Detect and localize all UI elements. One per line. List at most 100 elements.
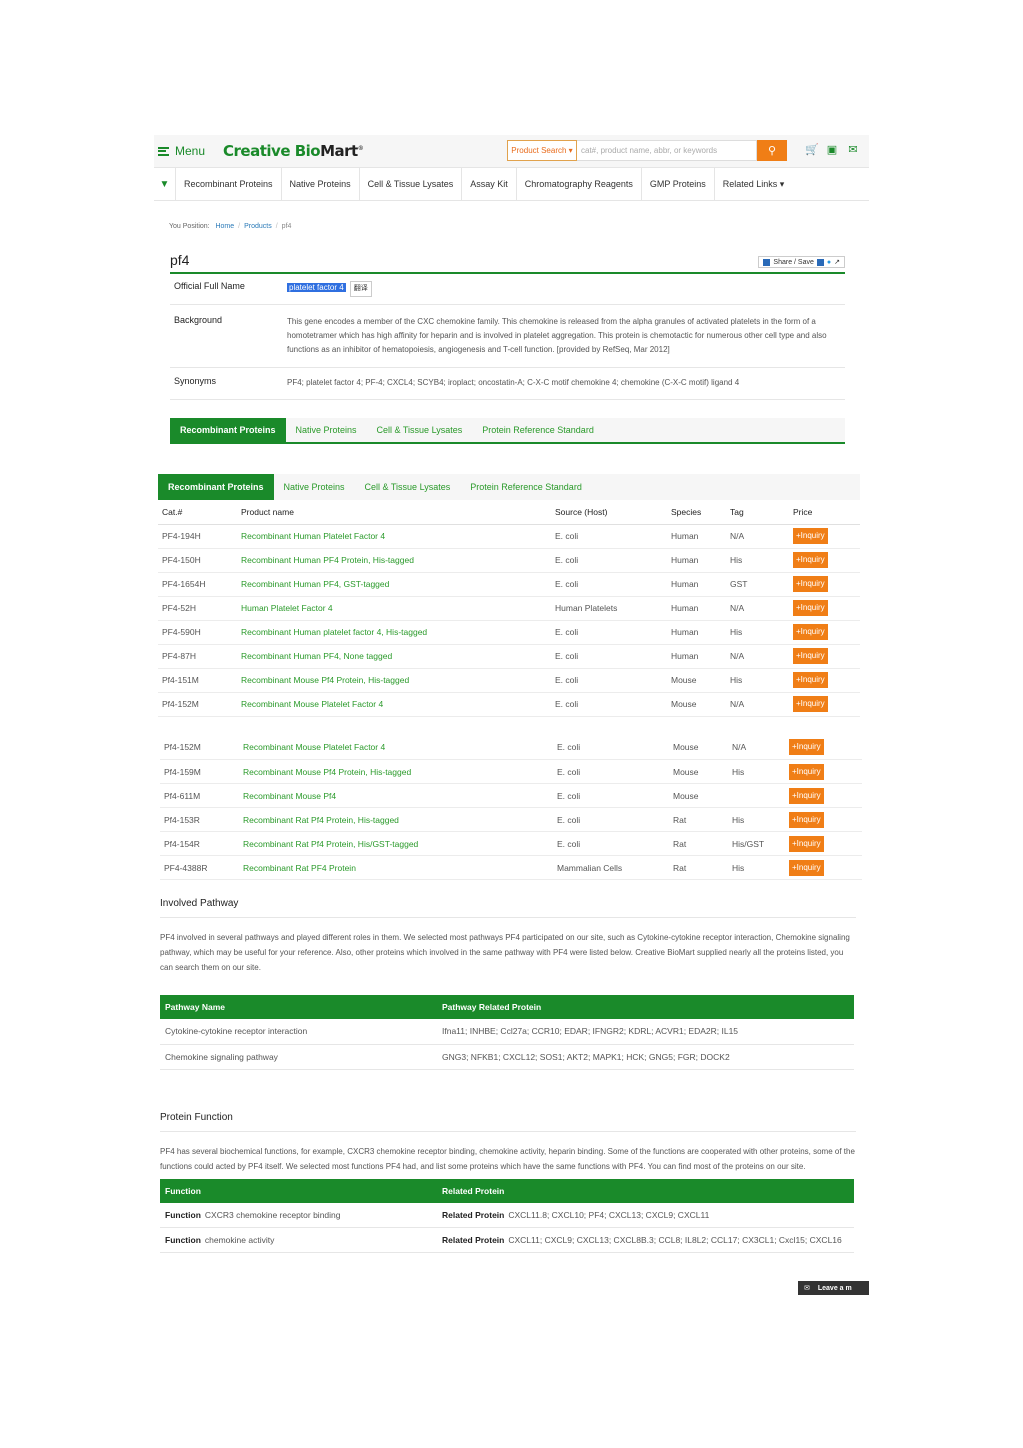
col-tag[interactable]: Tag — [726, 500, 789, 525]
product-name[interactable]: Recombinant Mouse Platelet Factor 4 — [239, 735, 553, 760]
tab-recombinant-proteins[interactable]: Recombinant Proteins — [170, 418, 286, 442]
product-name[interactable]: Recombinant Human platelet factor 4, His… — [237, 620, 551, 645]
cat-number: Pf4-151M — [158, 668, 237, 693]
function-heading: Protein Function — [160, 1112, 856, 1132]
inquiry-button[interactable]: +Inquiry — [793, 576, 828, 592]
facebook-icon[interactable] — [816, 258, 824, 266]
inquiry-button[interactable]: +Inquiry — [793, 624, 828, 640]
share-out-icon[interactable]: ↗ — [834, 258, 840, 266]
search-type-label: Product Search — [511, 146, 567, 155]
gene-info: Official Full Name platelet factor 4 翻译 B… — [170, 274, 845, 400]
tab-native-proteins[interactable]: Native Proteins — [286, 418, 367, 442]
inquiry-button[interactable]: +Inquiry — [793, 552, 828, 568]
breadcrumb-home[interactable]: Home — [215, 223, 234, 230]
inquiry-button[interactable]: +Inquiry — [789, 835, 824, 852]
search-button[interactable]: ⚲ — [757, 140, 787, 161]
function-label: Function — [165, 1235, 201, 1245]
inquiry-button[interactable]: +Inquiry — [789, 859, 824, 876]
product-name[interactable]: Recombinant Human PF4, GST-tagged — [237, 572, 551, 597]
pathway-proteins: Ifna11; INHBE; Ccl27a; CCR10; EDAR; IFNG… — [437, 1019, 854, 1045]
inquiry-button[interactable]: +Inquiry — [789, 811, 824, 828]
logo-part-2: Bio — [294, 142, 321, 160]
product-name[interactable]: Recombinant Human Platelet Factor 4 — [237, 524, 551, 549]
cat-number: Pf4-159M — [160, 759, 239, 784]
pathway-name[interactable]: Cytokine-cytokine receptor interaction — [160, 1019, 437, 1045]
tab-cell-tissue-lysates[interactable]: Cell & Tissue Lysates — [355, 474, 461, 500]
product-name[interactable]: Human Platelet Factor 4 — [237, 596, 551, 621]
product-name[interactable]: Recombinant Rat Pf4 Protein, His-tagged — [239, 807, 553, 832]
top-header: Menu Creative BioMart® Product Search ▾ … — [154, 135, 869, 167]
filter-icon[interactable]: ▼ — [154, 168, 176, 200]
mail-icon[interactable]: ✉ — [847, 144, 859, 156]
tab-native-proteins[interactable]: Native Proteins — [274, 474, 355, 500]
cat-number: Pf4-611M — [160, 783, 239, 808]
function-text: PF4 has several biochemical functions, f… — [160, 1146, 855, 1171]
species: Rat — [669, 807, 728, 832]
product-name[interactable]: Recombinant Human PF4, None tagged — [237, 644, 551, 669]
tag: N/A — [726, 692, 789, 717]
inquiry-button[interactable]: +Inquiry — [793, 672, 828, 688]
inquiry-button[interactable]: +Inquiry — [793, 696, 828, 712]
share-icon — [763, 258, 771, 266]
col-species[interactable]: Species — [667, 500, 726, 525]
col-price[interactable]: Price — [789, 500, 860, 525]
col-source[interactable]: Source (Host) — [551, 500, 667, 525]
nav-assay-kit[interactable]: Assay Kit — [462, 168, 517, 200]
breadcrumb-prefix: You Position: — [169, 223, 210, 230]
tab-protein-reference-standard[interactable]: Protein Reference Standard — [460, 474, 592, 500]
inquiry-button[interactable]: +Inquiry — [789, 787, 824, 804]
inquiry-button[interactable]: +Inquiry — [789, 739, 824, 756]
nav-chromatography-reagents[interactable]: Chromatography Reagents — [517, 168, 642, 200]
product-name[interactable]: Recombinant Mouse Pf4 Protein, His-tagge… — [237, 668, 551, 693]
leave-message-button[interactable]: ✉ Leave a m — [798, 1281, 869, 1295]
nav-related-links[interactable]: Related Links ▾ — [715, 168, 793, 200]
tab-recombinant-proteins[interactable]: Recombinant Proteins — [158, 474, 274, 500]
pathway-name[interactable]: Chemokine signaling pathway — [160, 1044, 437, 1070]
species: Human — [667, 620, 726, 645]
product-table-continued: Pf4-152M Recombinant Mouse Platelet Facto… — [160, 735, 862, 880]
menu-button[interactable]: Menu — [158, 144, 205, 158]
tab-protein-reference-standard[interactable]: Protein Reference Standard — [472, 418, 604, 442]
nav-cell-tissue-lysates[interactable]: Cell & Tissue Lysates — [360, 168, 463, 200]
source-host: E. coli — [551, 692, 667, 717]
inquiry-button[interactable]: +Inquiry — [789, 763, 824, 780]
product-name[interactable]: Recombinant Human PF4 Protein, His-tagge… — [237, 548, 551, 573]
col-cat[interactable]: Cat.# — [158, 500, 237, 525]
nav-recombinant-proteins[interactable]: Recombinant Proteins — [176, 168, 282, 200]
search-type-select[interactable]: Product Search ▾ — [507, 140, 577, 161]
briefcase-icon[interactable]: ▣ — [826, 144, 838, 156]
cart-icon[interactable]: 🛒 — [805, 144, 819, 156]
product-name[interactable]: Recombinant Rat Pf4 Protein, His/GST-tag… — [239, 831, 553, 856]
col-related-protein: Related Protein — [437, 1178, 854, 1203]
twitter-icon[interactable]: ● — [827, 259, 831, 266]
related-protein-value: CXCL11.8; CXCL10; PF4; CXCL13; CXCL9; CX… — [508, 1209, 710, 1220]
pathway-table: Pathway Name Pathway Related Protein Cyt… — [160, 995, 854, 1070]
table-row: PF4-52H Human Platelet Factor 4 Human Plat… — [158, 596, 860, 621]
translate-button[interactable]: 翻译 — [349, 281, 372, 297]
price-cell: +Inquiry — [789, 548, 860, 573]
tab-cell-tissue-lysates[interactable]: Cell & Tissue Lysates — [367, 418, 473, 442]
product-name[interactable]: Recombinant Mouse Pf4 — [239, 783, 553, 808]
inquiry-button[interactable]: +Inquiry — [793, 600, 828, 616]
share-button[interactable]: Share / Save ● ↗ — [758, 256, 845, 268]
nav-native-proteins[interactable]: Native Proteins — [282, 168, 360, 200]
search-input[interactable]: cat#, product name, abbr, or keywords — [577, 140, 757, 161]
inquiry-button[interactable]: +Inquiry — [793, 648, 828, 664]
breadcrumb-products[interactable]: Products — [244, 223, 272, 230]
table-gap — [154, 717, 869, 736]
nav-gmp-proteins[interactable]: GMP Proteins — [642, 168, 715, 200]
cat-number: PF4-52H — [158, 596, 237, 621]
table-row: PF4-1654H Recombinant Human PF4, GST-tagg… — [158, 572, 860, 597]
product-name[interactable]: Recombinant Mouse Pf4 Protein, His-tagge… — [239, 759, 553, 784]
header-icons: 🛒 ▣ ✉ — [805, 144, 859, 156]
product-name[interactable]: Recombinant Mouse Platelet Factor 4 — [237, 692, 551, 717]
source-host: E. coli — [551, 644, 667, 669]
inquiry-button[interactable]: +Inquiry — [793, 528, 828, 544]
table-row: PF4-194H Recombinant Human Platelet Facto… — [158, 524, 860, 549]
cat-number: PF4-4388R — [160, 855, 239, 880]
logo[interactable]: Creative BioMart® — [223, 142, 364, 160]
col-product-name[interactable]: Product name — [237, 500, 551, 525]
source-host: E. coli — [553, 831, 669, 856]
product-name[interactable]: Recombinant Rat PF4 Protein — [239, 855, 553, 880]
species: Human — [667, 644, 726, 669]
